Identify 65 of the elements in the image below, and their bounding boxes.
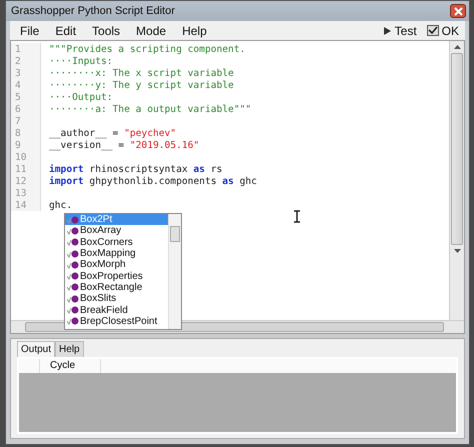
completion-item[interactable]: BoxSlits — [65, 293, 168, 304]
line-number: 6 — [11, 103, 41, 115]
component-icon — [67, 316, 79, 326]
completion-item[interactable]: BoxRectangle — [65, 282, 168, 294]
scroll-down-icon[interactable] — [454, 249, 460, 253]
completion-item[interactable]: BoxMapping — [65, 248, 168, 260]
text-cursor-icon — [293, 210, 301, 223]
panel-tab[interactable]: Help — [55, 341, 84, 357]
scroll-up-icon[interactable] — [454, 45, 460, 49]
line-number: 5 — [11, 91, 41, 103]
code-line: ········a: The a output variable""" — [49, 104, 252, 114]
scrollbar-thumb[interactable] — [451, 53, 463, 245]
play-icon — [382, 26, 392, 36]
menu-item[interactable]: File — [20, 24, 40, 38]
line-number: 3 — [11, 67, 41, 79]
menu-item[interactable]: Tools — [92, 24, 120, 38]
code-line: ········y: The y script variable — [49, 80, 234, 90]
menu-item[interactable]: Edit — [55, 24, 76, 38]
code-line: __author__ = "peychev" — [49, 128, 176, 138]
menu-item[interactable]: Mode — [136, 24, 166, 38]
completion-item[interactable]: BoxMorph — [65, 259, 168, 270]
line-number: 7 — [11, 115, 41, 127]
code-line: ········x: The x script variable — [49, 68, 234, 78]
code-line: __version__ = "2019.05.16" — [49, 140, 200, 150]
code-line: import ghpythonlib.components as ghc — [49, 176, 257, 186]
code-line: ····Output: — [49, 92, 113, 102]
line-number: 10 — [11, 151, 41, 163]
component-icon — [67, 248, 79, 259]
close-button[interactable] — [450, 4, 466, 18]
line-number: 11 — [11, 163, 41, 175]
vertical-scrollbar[interactable] — [449, 41, 464, 320]
code-line: """Provides a scripting component. — [49, 44, 246, 54]
completion-item[interactable]: BrepClosestPoint — [65, 316, 168, 327]
component-icon — [67, 305, 79, 316]
completion-item[interactable]: BoxCorners — [65, 236, 168, 248]
component-icon — [67, 226, 79, 236]
component-icon — [67, 260, 79, 270]
panel-tab[interactable]: Output — [17, 341, 56, 357]
scrollbar-thumb[interactable] — [170, 226, 180, 242]
code-line: import rhinoscriptsyntax as rs — [49, 164, 222, 174]
component-icon — [67, 271, 79, 282]
completion-item[interactable]: BoxProperties — [65, 270, 168, 282]
line-number: 12 — [11, 175, 41, 187]
line-number: 2 — [11, 55, 41, 67]
component-icon — [67, 294, 79, 304]
completion-item[interactable]: BoxArray — [65, 225, 168, 237]
component-icon — [67, 214, 79, 225]
window-title: Grasshopper Python Script Editor — [11, 5, 175, 17]
code-line: ghc. — [49, 200, 72, 210]
menu-item[interactable]: Help — [182, 24, 207, 38]
line-number: 9 — [11, 139, 41, 151]
line-number: 14 — [11, 199, 41, 211]
component-icon — [67, 237, 79, 248]
ok-button[interactable]: OK — [426, 24, 459, 38]
line-number: 8 — [11, 127, 41, 139]
line-number: 13 — [11, 187, 41, 199]
checkbox-icon — [426, 25, 439, 36]
list-scrollbar[interactable] — [168, 214, 181, 329]
line-number: 4 — [11, 79, 41, 91]
test-button[interactable]: Test — [382, 24, 417, 38]
completion-item[interactable]: BreakField — [65, 304, 168, 316]
line-number: 1 — [11, 43, 41, 55]
close-icon — [454, 6, 462, 16]
component-icon — [67, 282, 79, 292]
code-line: ····Inputs: — [49, 56, 113, 66]
